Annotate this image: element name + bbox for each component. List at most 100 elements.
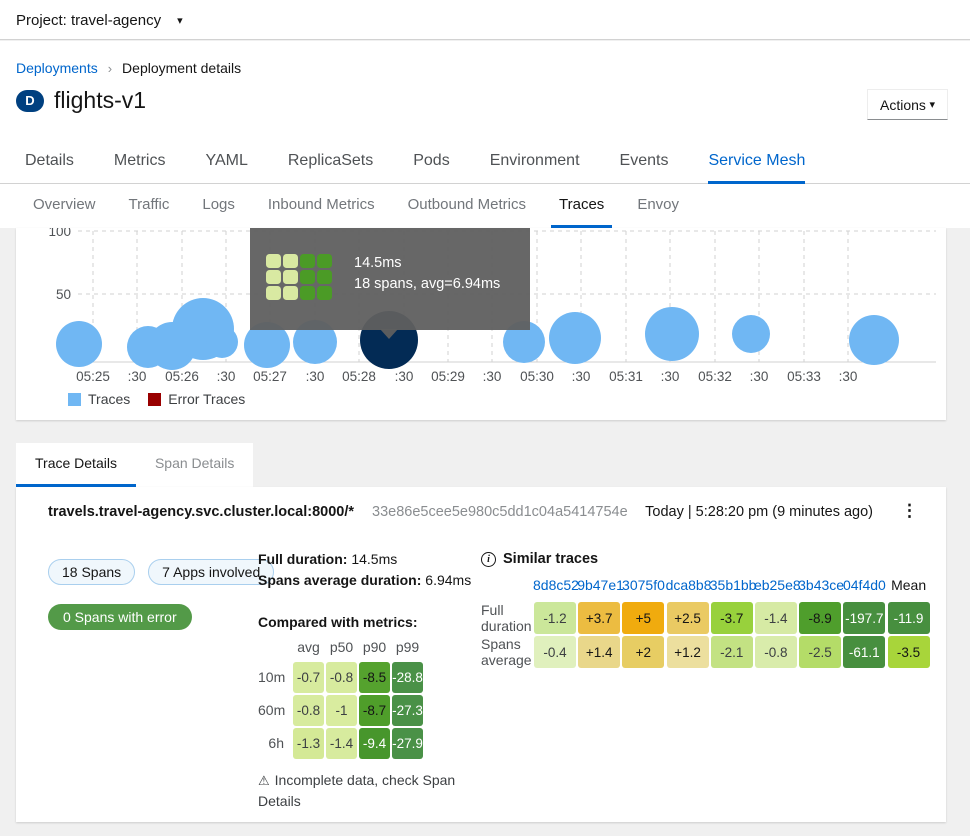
svg-text::30: :30 — [483, 369, 502, 384]
metric-heat-cell: -1.4 — [326, 728, 357, 759]
tab-trace-details-label: Trace Details — [35, 455, 117, 471]
legend-traces[interactable]: Traces — [68, 391, 130, 407]
metric-col-p50: p50 — [325, 637, 358, 661]
trace-point[interactable] — [849, 315, 899, 365]
metric-heat-cell: -0.7 — [293, 662, 324, 693]
badge-row: 0 Spans with error — [48, 609, 192, 627]
similar-heat-cell-wrap: -0.4 — [533, 635, 577, 669]
tab-pods[interactable]: Pods — [413, 140, 449, 184]
similar-heat-cell-wrap: +2 — [621, 635, 665, 669]
tab-span-details[interactable]: Span Details — [136, 443, 253, 487]
trace-timestamp: Today | 5:28:20 pm (9 minutes ago) — [645, 504, 873, 520]
similar-heat-cell: -1.4 — [755, 602, 797, 634]
tab-logs[interactable]: Logs — [194, 184, 243, 228]
full-duration-value: 14.5ms — [347, 551, 397, 567]
svg-text::30: :30 — [750, 369, 769, 384]
spans-error-badge[interactable]: 0 Spans with error — [48, 604, 192, 630]
similar-heat-cell: -3.5 — [888, 636, 930, 668]
row-label-10m: 10m — [258, 661, 292, 694]
tab-inbound-metrics[interactable]: Inbound Metrics — [260, 184, 383, 228]
info-circle-icon: i — [481, 552, 496, 567]
trace-point[interactable] — [645, 307, 699, 361]
svg-text::30: :30 — [128, 369, 147, 384]
similar-heat-cell-wrap: -197.7 — [842, 601, 886, 635]
legend-error-traces[interactable]: Error Traces — [148, 391, 245, 407]
actions-button[interactable]: Actions ▾ — [867, 89, 948, 120]
svg-text::30: :30 — [661, 369, 680, 384]
full-duration-label: Full duration: — [258, 551, 347, 567]
table-corner — [465, 575, 533, 601]
span-heat-cell — [266, 270, 281, 284]
tab-service-mesh[interactable]: Service Mesh — [708, 140, 805, 184]
tab-traces[interactable]: Traces — [551, 184, 612, 228]
similar-heat-cell-wrap: +2.5 — [666, 601, 710, 635]
actions-button-label: Actions — [880, 97, 926, 113]
tab-details[interactable]: Details — [25, 140, 74, 184]
similar-trace-link-04f4d0[interactable]: 04f4d0 — [842, 575, 886, 601]
metric-heat-cell: -1 — [326, 695, 357, 726]
tab-overview[interactable]: Overview — [25, 184, 104, 228]
svg-text::30: :30 — [306, 369, 325, 384]
breadcrumb-separator-icon: › — [108, 61, 112, 76]
similar-heat-cell-wrap: -3.7 — [710, 601, 754, 635]
svg-text:05:31: 05:31 — [609, 369, 643, 384]
svg-text:50: 50 — [56, 287, 71, 302]
compared-with-metrics-label: Compared with metrics: — [258, 614, 417, 630]
similar-heat-cell-wrap: +1.2 — [666, 635, 710, 669]
tab-environment[interactable]: Environment — [490, 140, 580, 184]
metric-heat-cell-wrap: -8.5 — [358, 661, 391, 694]
tab-outbound-metrics[interactable]: Outbound Metrics — [400, 184, 534, 228]
similar-heat-cell: -2.5 — [799, 636, 841, 668]
top-bar: Project: travel-agency ▾ — [0, 0, 970, 40]
similar-trace-link-dca8b8[interactable]: dca8b8 — [666, 575, 710, 601]
tab-yaml[interactable]: YAML — [205, 140, 247, 184]
similar-trace-link-35b1bb[interactable]: 35b1bb — [710, 575, 754, 601]
similar-trace-link-3075f0[interactable]: 3075f0 — [621, 575, 665, 601]
breadcrumb: Deployments › Deployment details — [16, 60, 241, 76]
similar-trace-link-3b43ce[interactable]: 3b43ce — [798, 575, 842, 601]
incomplete-data-warning: ⚠Incomplete data, check Span Details — [258, 770, 468, 812]
trace-point[interactable] — [206, 326, 238, 358]
span-heat-cell — [283, 254, 298, 268]
similar-heat-cell: -1.2 — [534, 602, 576, 634]
chart-legend: Traces Error Traces — [68, 391, 245, 407]
tab-traffic[interactable]: Traffic — [121, 184, 178, 228]
similar-heat-cell: -197.7 — [843, 602, 885, 634]
project-selector[interactable]: Project: travel-agency ▾ — [16, 0, 183, 40]
tab-trace-details[interactable]: Trace Details — [16, 443, 136, 487]
trace-point[interactable] — [732, 315, 770, 353]
breadcrumb-current: Deployment details — [122, 60, 241, 76]
similar-heat-cell-wrap: -1.2 — [533, 601, 577, 635]
spans-count-badge[interactable]: 18 Spans — [48, 559, 135, 585]
apps-involved-badge[interactable]: 7 Apps involved — [148, 559, 274, 585]
similar-trace-link-9b47e1[interactable]: 9b47e1 — [577, 575, 621, 601]
metric-heat-cell: -1.3 — [293, 728, 324, 759]
metric-heat-cell-wrap: -1.4 — [325, 727, 358, 760]
tab-metrics[interactable]: Metrics — [114, 140, 166, 184]
breadcrumb-link-deployments[interactable]: Deployments — [16, 60, 98, 76]
metric-heat-cell: -28.8 — [392, 662, 423, 693]
similar-trace-link-eb25e8[interactable]: eb25e8 — [754, 575, 798, 601]
metric-heat-cell-wrap: -0.8 — [325, 661, 358, 694]
tab-replicasets[interactable]: ReplicaSets — [288, 140, 373, 184]
tab-envoy[interactable]: Envoy — [629, 184, 687, 228]
trace-name: travels.travel-agency.svc.cluster.local:… — [48, 504, 354, 520]
tooltip-span-heatmap — [266, 254, 332, 300]
tooltip-duration: 14.5ms — [354, 253, 500, 274]
similar-heat-cell-wrap: -3.5 — [887, 635, 931, 669]
table-corner — [258, 637, 292, 661]
similar-heat-cell-wrap: +3.7 — [577, 601, 621, 635]
similar-trace-link-8d8c52[interactable]: 8d8c52 — [533, 575, 577, 601]
metric-heat-cell-wrap: -8.7 — [358, 694, 391, 727]
deployment-badge: D — [16, 90, 44, 112]
metric-heat-cell-wrap: -0.8 — [292, 694, 325, 727]
trace-point[interactable] — [549, 312, 601, 364]
traces-chart-card: 1005005:25:3005:26:3005:27:3005:28:3005:… — [16, 228, 946, 420]
trace-point[interactable] — [56, 321, 102, 367]
legend-label: Traces — [88, 391, 130, 407]
tab-events[interactable]: Events — [620, 140, 669, 184]
kebab-menu-icon[interactable]: ⋮ — [901, 501, 918, 521]
svg-text:05:28: 05:28 — [342, 369, 376, 384]
similar-heat-cell-wrap: -1.4 — [754, 601, 798, 635]
warning-triangle-icon: ⚠ — [258, 773, 270, 788]
